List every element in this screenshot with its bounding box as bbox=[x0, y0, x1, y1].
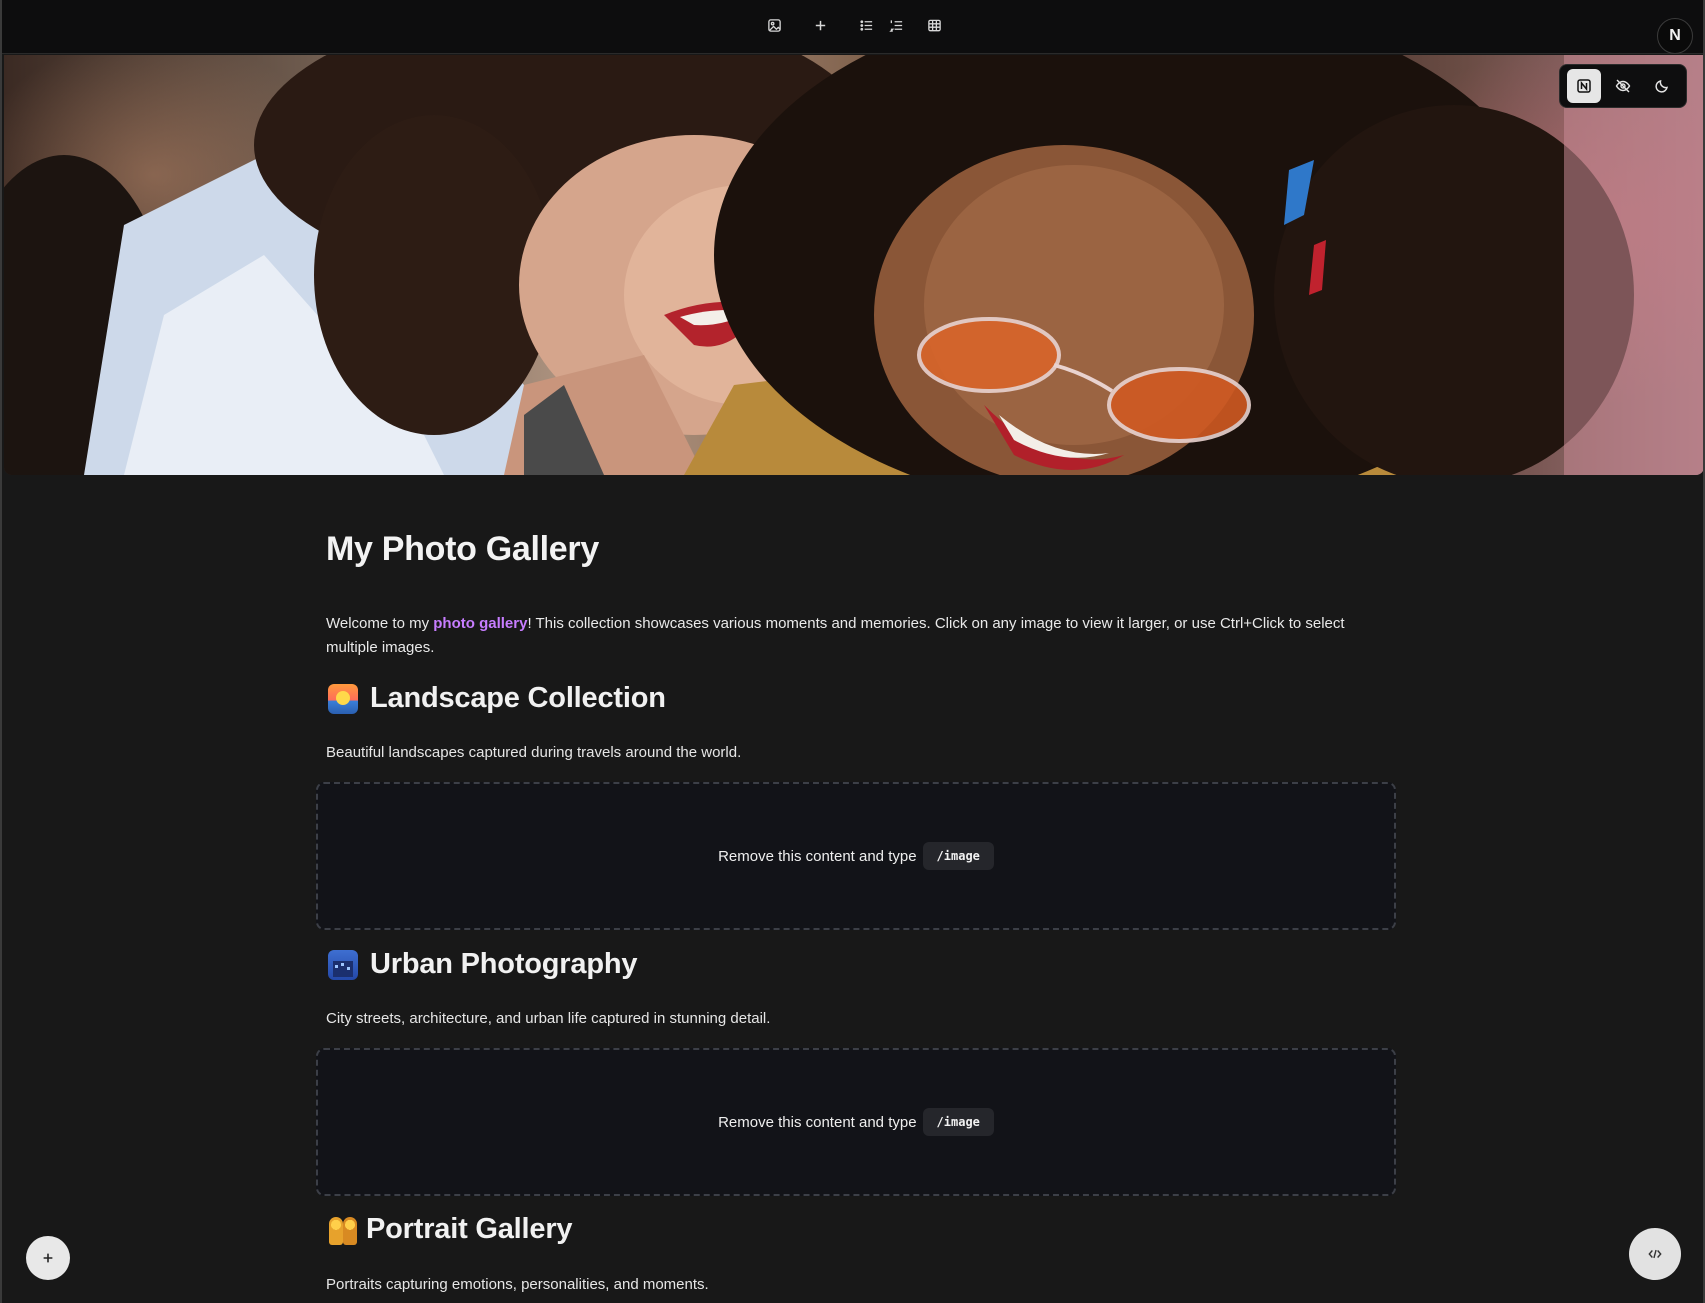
section-heading-landscape[interactable]: Landscape Collection bbox=[328, 682, 666, 715]
section-heading-urban[interactable]: Urban Photography bbox=[328, 948, 637, 981]
section-heading-portrait[interactable]: Portrait Gallery bbox=[328, 1213, 573, 1246]
plus-icon bbox=[43, 1253, 53, 1263]
intro-paragraph[interactable]: Welcome to my photo gallery! This collec… bbox=[326, 612, 1396, 660]
section-description[interactable]: Beautiful landscapes captured during tra… bbox=[326, 744, 741, 761]
notion-logo-icon[interactable] bbox=[1566, 69, 1601, 103]
image-placeholder[interactable]: Remove this content and type /image bbox=[316, 782, 1396, 930]
image-icon[interactable] bbox=[761, 12, 787, 38]
section-heading-text: Landscape Collection bbox=[370, 682, 666, 714]
page-title[interactable]: My Photo Gallery bbox=[326, 530, 599, 569]
section-heading-text: Portrait Gallery bbox=[366, 1213, 573, 1245]
app-frame: N My Photo Gallery Welcome to my photo g… bbox=[0, 0, 1705, 1303]
people-emoji-icon bbox=[328, 1215, 358, 1245]
section-description[interactable]: City streets, architecture, and urban li… bbox=[326, 1010, 770, 1027]
image-command-chip: /image bbox=[922, 1108, 994, 1136]
placeholder-text: Remove this content and type bbox=[718, 1113, 917, 1131]
cover-image[interactable] bbox=[4, 55, 1703, 475]
image-command-chip: /image bbox=[922, 842, 994, 870]
sunrise-emoji-icon bbox=[328, 683, 358, 714]
moon-icon[interactable] bbox=[1645, 69, 1679, 103]
image-placeholder[interactable]: Remove this content and type /image bbox=[316, 1048, 1396, 1196]
section-description[interactable]: Portraits capturing emotions, personalit… bbox=[326, 1276, 709, 1293]
plus-icon[interactable] bbox=[807, 12, 833, 38]
placeholder-text: Remove this content and type bbox=[718, 847, 917, 865]
cover-controls bbox=[1559, 64, 1687, 108]
intro-highlight: photo gallery bbox=[433, 615, 528, 632]
numbered-list-icon[interactable] bbox=[883, 12, 909, 38]
intro-text-before: Welcome to my bbox=[326, 615, 434, 632]
eye-off-icon[interactable] bbox=[1606, 69, 1640, 103]
cover-photo-illustration bbox=[4, 55, 1703, 475]
code-view-button[interactable] bbox=[1629, 1228, 1681, 1280]
code-icon bbox=[1648, 1249, 1662, 1259]
user-avatar[interactable]: N bbox=[1657, 18, 1693, 54]
add-block-button[interactable] bbox=[26, 1236, 70, 1280]
bullet-list-icon[interactable] bbox=[853, 12, 879, 38]
section-heading-text: Urban Photography bbox=[370, 948, 638, 980]
cityscape-emoji-icon bbox=[328, 949, 358, 980]
table-icon[interactable] bbox=[921, 12, 947, 38]
editor-toolbar: N bbox=[2, 0, 1703, 54]
